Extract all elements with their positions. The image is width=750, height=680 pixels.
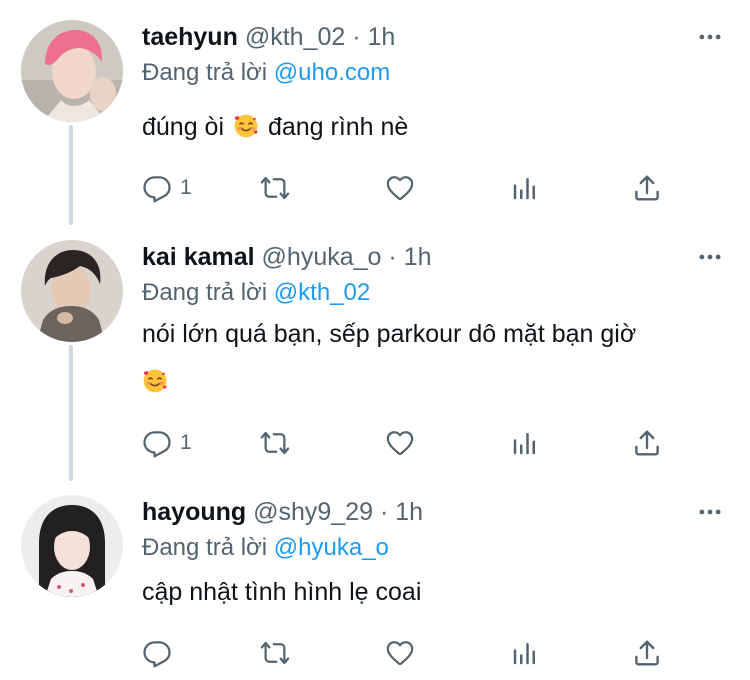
avatar[interactable]: [21, 240, 123, 342]
mention-link[interactable]: @uho.com: [274, 59, 390, 86]
smiling-face-with-hearts-icon: [142, 368, 168, 394]
tweet-actions: 1: [142, 170, 682, 206]
retweet-button[interactable]: [260, 425, 290, 461]
timestamp[interactable]: 1h: [404, 243, 432, 271]
share-icon: [632, 638, 662, 668]
separator-dot: ·: [388, 243, 397, 271]
like-button[interactable]: [385, 635, 415, 671]
share-icon: [632, 173, 662, 203]
reply-count: 1: [180, 431, 192, 454]
reply-button[interactable]: [142, 635, 180, 671]
retweet-icon: [260, 428, 290, 458]
timestamp[interactable]: 1h: [395, 498, 423, 526]
retweet-icon: [260, 173, 290, 203]
mention-link[interactable]: @kth_02: [274, 279, 370, 306]
reply-count: 1: [180, 176, 192, 199]
like-button[interactable]: [385, 425, 415, 461]
heart-icon: [385, 173, 415, 203]
tweet-text: cập nhật tình hình lẹ coai: [142, 578, 422, 606]
tweet-text-line: nói lớn quá bạn, sếp parkour dô mặt bạn …: [142, 320, 637, 348]
share-icon: [632, 428, 662, 458]
reply-icon: [142, 428, 172, 458]
tweet-text: nói lớn quá bạn, sếp parkour dô mặt bạn …: [142, 310, 730, 406]
share-button[interactable]: [632, 425, 662, 461]
heart-icon: [385, 428, 415, 458]
replying-to-label: Đang trả lời: [142, 59, 268, 86]
replying-to-label: Đang trả lời: [142, 279, 268, 306]
retweet-icon: [260, 638, 290, 668]
tweet-text: đúng òi đang rình nè: [142, 102, 730, 152]
display-name[interactable]: kai kamal: [142, 243, 255, 271]
avatar[interactable]: [21, 495, 123, 597]
tweet-text-part: đang rình nè: [267, 113, 409, 141]
share-button[interactable]: [632, 635, 662, 671]
separator-dot: ·: [352, 23, 361, 51]
mention-link[interactable]: @hyuka_o: [274, 534, 389, 561]
analytics-icon: [510, 428, 540, 458]
tweet-actions: 1: [142, 425, 682, 461]
user-handle[interactable]: @shy9_29: [253, 498, 373, 526]
heart-icon: [385, 638, 415, 668]
more-options-icon[interactable]: [690, 495, 730, 529]
tweet-header: kai kamal @hyuka_o · 1h: [142, 240, 730, 274]
analytics-icon: [510, 638, 540, 668]
tweet-text-part: đúng òi: [142, 113, 225, 141]
avatar[interactable]: [21, 20, 123, 122]
display-name[interactable]: taehyun: [142, 23, 238, 51]
thread-connector-line: [69, 125, 73, 225]
replying-to: Đang trả lời @hyuka_o: [142, 531, 730, 565]
views-button[interactable]: [510, 170, 540, 206]
reply-button[interactable]: 1: [142, 170, 192, 206]
share-button[interactable]: [632, 170, 662, 206]
replying-to: Đang trả lời @uho.com: [142, 56, 730, 90]
replying-to-label: Đang trả lời: [142, 534, 268, 561]
separator-dot: ·: [379, 498, 389, 526]
tweet-header: hayoung @shy9_29 · 1h: [142, 495, 730, 529]
user-handle[interactable]: @hyuka_o: [262, 243, 382, 271]
timestamp[interactable]: 1h: [368, 23, 396, 51]
views-button[interactable]: [510, 635, 540, 671]
display-name[interactable]: hayoung: [142, 498, 246, 526]
more-options-icon[interactable]: [690, 20, 730, 54]
reply-icon: [142, 173, 172, 203]
more-options-icon[interactable]: [690, 240, 730, 274]
reply-button[interactable]: 1: [142, 425, 192, 461]
reply-icon: [142, 638, 172, 668]
replying-to: Đang trả lời @kth_02: [142, 276, 730, 310]
like-button[interactable]: [385, 170, 415, 206]
retweet-button[interactable]: [260, 635, 290, 671]
user-handle[interactable]: @kth_02: [245, 23, 345, 51]
tweet-actions: [142, 635, 682, 671]
analytics-icon: [510, 173, 540, 203]
retweet-button[interactable]: [260, 170, 290, 206]
tweet-header: taehyun @kth_02 · 1h: [142, 20, 730, 54]
tweet-text-line: [142, 358, 730, 406]
smiling-face-with-hearts-icon: [233, 113, 259, 139]
views-button[interactable]: [510, 425, 540, 461]
thread-connector-line: [69, 345, 73, 481]
